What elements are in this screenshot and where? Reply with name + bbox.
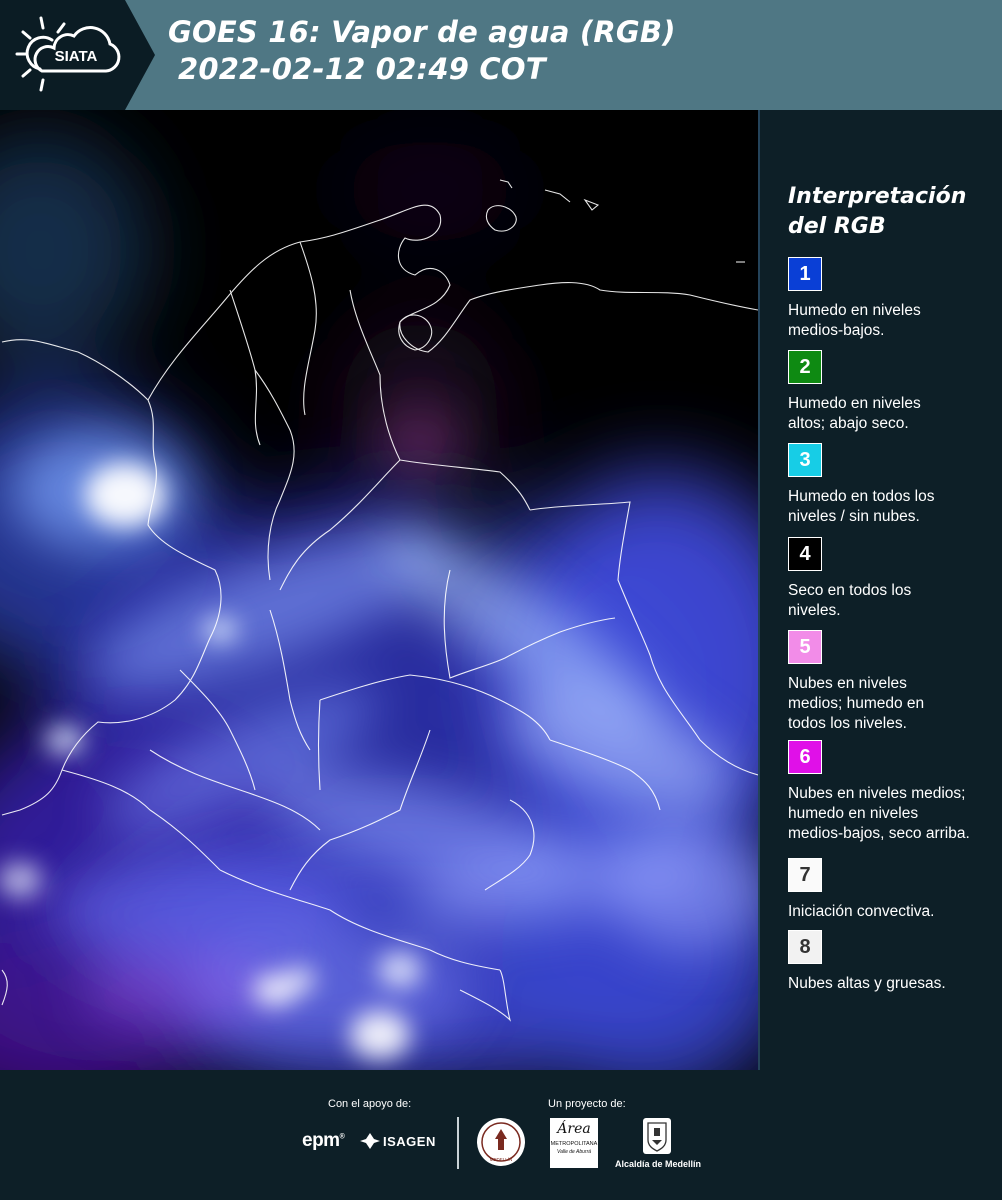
legend-description: Iniciación convectiva. bbox=[788, 902, 998, 922]
epm-logo-text: epm bbox=[302, 1130, 340, 1151]
legend-description: Humedo en niveles altos; abajo seco. bbox=[788, 394, 998, 434]
legend-description-line: medios; humedo en bbox=[788, 695, 925, 712]
legend-item: 5 Nubes en niveles medios; humedo en todos … bbox=[788, 630, 998, 734]
footer: Con el apoyo de: Un proyecto de: epm® IS… bbox=[0, 1070, 1002, 1200]
legend-item: 2 Humedo en niveles altos; abajo seco. bbox=[788, 350, 998, 434]
legend-item: 1 Humedo en niveles medios-bajos. bbox=[788, 257, 998, 341]
legend-color-swatch: 6 bbox=[788, 740, 822, 774]
svg-text:SIATA: SIATA bbox=[55, 48, 98, 65]
logo-block: SIATA bbox=[0, 0, 155, 110]
legend-description-line: niveles / sin nubes. bbox=[788, 508, 920, 525]
isagen-mark-icon bbox=[360, 1133, 380, 1149]
area-logo-sub2: Valle de Aburrá bbox=[556, 1149, 592, 1155]
legend-color-swatch: 5 bbox=[788, 630, 822, 664]
legend-color-swatch: 2 bbox=[788, 350, 822, 384]
legend-color-swatch: 4 bbox=[788, 537, 822, 571]
legend-description: Seco en todos los niveles. bbox=[788, 581, 998, 621]
legend-item: 3 Humedo en todos los niveles / sin nubes. bbox=[788, 443, 998, 527]
header-bar: SIATA GOES 16: Vapor de agua (RGB) 2022-… bbox=[0, 0, 1002, 110]
title-line-1: GOES 16: Vapor de agua (RGB) bbox=[168, 15, 676, 49]
alcaldia-shield-icon bbox=[643, 1118, 671, 1154]
project-label: Un proyecto de: bbox=[548, 1098, 626, 1110]
legend-description-line: Humedo en niveles bbox=[788, 395, 921, 412]
page-title: GOES 16: Vapor de agua (RGB) 2022-02-12 … bbox=[168, 14, 676, 88]
satellite-image[interactable] bbox=[0, 110, 760, 1070]
legend-color-swatch: 3 bbox=[788, 443, 822, 477]
isagen-logo-text: ISAGEN bbox=[383, 1133, 436, 1149]
title-line-2: 2022-02-12 02:49 COT bbox=[178, 52, 546, 86]
legend-description-line: Iniciación convectiva. bbox=[788, 903, 935, 920]
legend-description-line: Nubes altas y gruesas. bbox=[788, 975, 946, 992]
siata-logo[interactable]: SIATA bbox=[14, 14, 126, 94]
legend-item: 6 Nubes en niveles medios; humedo en nivel… bbox=[788, 740, 998, 844]
legend-description: Nubes en niveles medios; humedo en todos l… bbox=[788, 674, 998, 734]
area-logo-word: Área bbox=[557, 1121, 591, 1137]
legend-color-swatch: 7 bbox=[788, 858, 822, 892]
legend-description-line: medios-bajos, seco arriba. bbox=[788, 825, 970, 842]
legend-description-line: medios-bajos. bbox=[788, 322, 885, 339]
support-label: Con el apoyo de: bbox=[328, 1098, 412, 1110]
legend-description-line: Seco en todos los bbox=[788, 582, 912, 599]
legend-item: 4 Seco en todos los niveles. bbox=[788, 537, 998, 621]
area-logo-sub1: METROPOLITANA bbox=[550, 1141, 598, 1147]
alcaldia-logo-text[interactable]: Alcaldía de Medellín bbox=[608, 1159, 708, 1169]
legend-description-line: Nubes en niveles bbox=[788, 675, 907, 692]
legend-description-line: Humedo en niveles bbox=[788, 302, 921, 319]
legend-title-line-2: del RGB bbox=[788, 214, 886, 239]
legend-description: Humedo en todos los niveles / sin nubes. bbox=[788, 487, 998, 527]
legend-title-line-1: Interpretación bbox=[788, 184, 967, 209]
legend-description: Nubes en niveles medios; humedo en nivele… bbox=[788, 784, 998, 844]
legend-title: Interpretación del RGB bbox=[788, 182, 966, 242]
svg-text:MEDELLÍN: MEDELLÍN bbox=[490, 1156, 513, 1162]
legend-description-line: niveles. bbox=[788, 602, 841, 619]
legend-description-line: humedo en niveles bbox=[788, 805, 919, 822]
area-metropolitana-logo[interactable]: Área METROPOLITANA Valle de Aburrá bbox=[550, 1118, 598, 1168]
medellin-university-seal[interactable]: MEDELLÍN bbox=[476, 1117, 526, 1167]
legend-description-line: Humedo en todos los bbox=[788, 488, 935, 505]
epm-logo[interactable]: epm® bbox=[302, 1130, 345, 1152]
legend-description: Humedo en niveles medios-bajos. bbox=[788, 301, 998, 341]
legend-item: 7 Iniciación convectiva. bbox=[788, 858, 998, 922]
legend-description-line: altos; abajo seco. bbox=[788, 415, 909, 432]
legend-color-swatch: 8 bbox=[788, 930, 822, 964]
legend-color-swatch: 1 bbox=[788, 257, 822, 291]
legend-item: 8 Nubes altas y gruesas. bbox=[788, 930, 998, 994]
legend-description: Nubes altas y gruesas. bbox=[788, 974, 998, 994]
legend-panel: Interpretación del RGB 1 Humedo en nivele… bbox=[760, 110, 1002, 1070]
isagen-logo[interactable]: ISAGEN bbox=[360, 1133, 436, 1149]
legend-description-line: todos los niveles. bbox=[788, 715, 907, 732]
legend-description-line: Nubes en niveles medios; bbox=[788, 785, 966, 802]
footer-separator bbox=[457, 1117, 459, 1169]
